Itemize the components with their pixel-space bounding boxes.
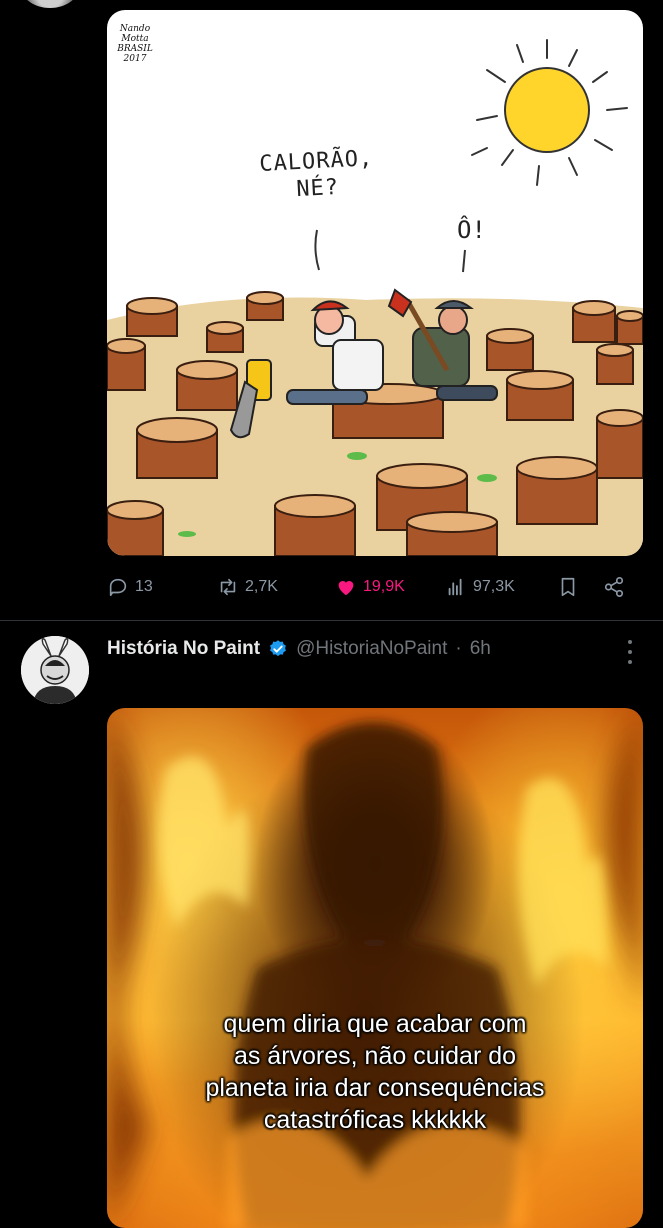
reply-button[interactable]: 13 <box>107 576 153 598</box>
post-image-cartoon[interactable]: Nando Motta BRASIL 2017 CALORÃO, NÉ? Ô! <box>107 10 643 556</box>
repost-button[interactable]: 2,7K <box>217 576 278 598</box>
views-count: 97,3K <box>473 578 515 595</box>
author-avatar[interactable] <box>21 636 89 704</box>
repost-count: 2,7K <box>245 578 278 595</box>
more-options-button[interactable] <box>620 640 640 664</box>
like-button[interactable]: 19,9K <box>335 576 405 598</box>
post-divider <box>0 620 663 621</box>
fire-illustration <box>107 708 643 1228</box>
author-display-name[interactable]: História No Paint <box>107 638 260 660</box>
share-icon <box>604 577 624 597</box>
bookmark-button[interactable] <box>557 576 579 598</box>
avatar-portrait <box>21 636 89 704</box>
share-button[interactable] <box>603 576 625 598</box>
reply-count: 13 <box>135 578 153 595</box>
previous-post-avatar[interactable] <box>20 0 80 8</box>
bookmark-icon <box>561 577 575 597</box>
reply-icon <box>109 578 127 597</box>
repost-icon <box>220 578 236 596</box>
more-dot <box>628 660 632 664</box>
more-dot <box>628 640 632 644</box>
meme-caption: quem diria que acabar com as árvores, nã… <box>205 1010 545 1134</box>
post-header: História No Paint @HistoriaNoPaint · 6h <box>107 636 491 662</box>
header-separator: · <box>455 638 462 659</box>
heart-filled-icon <box>338 581 354 596</box>
post-action-bar: 13 2,7K 19,9K 97,3K <box>107 572 643 604</box>
like-count: 19,9K <box>363 578 405 595</box>
post-image-fire-meme[interactable]: quem diria que acabar com as árvores, nã… <box>107 708 643 1228</box>
author-handle[interactable]: @HistoriaNoPaint <box>296 638 447 660</box>
views-icon <box>448 578 462 596</box>
more-dot <box>628 650 632 654</box>
cartoon-illustration <box>107 39 643 556</box>
verified-badge-icon <box>268 639 288 659</box>
post-timestamp[interactable]: 6h <box>470 638 491 660</box>
views-button[interactable]: 97,3K <box>445 576 515 598</box>
